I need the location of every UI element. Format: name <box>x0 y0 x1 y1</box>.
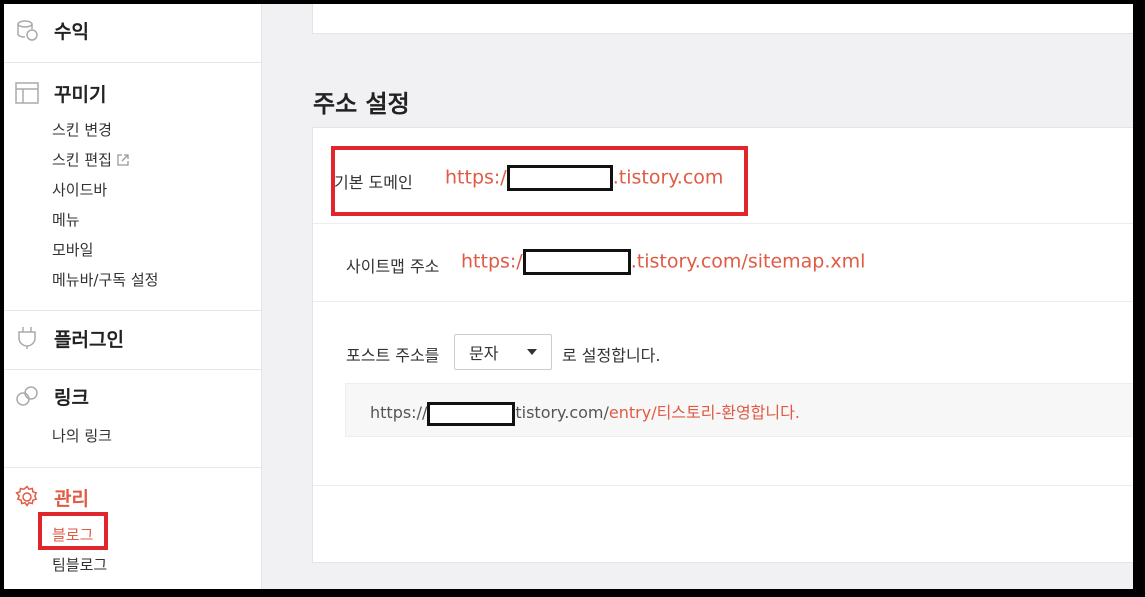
sidebar-item-skin-edit-label: 스킨 편집 <box>52 151 112 169</box>
link-icon <box>14 383 40 409</box>
post-address-after: 로 설정합니다. <box>562 346 661 365</box>
plug-icon <box>14 325 40 351</box>
sidebar: 수익 꾸미기 스킨 변경 스킨 편집 사이드바 메뉴 모바일 메뉴바/구독 설정 <box>4 4 262 589</box>
gear-icon <box>14 484 40 510</box>
section-title: 주소 설정 <box>313 90 410 118</box>
annotation-box-default-domain <box>331 146 748 216</box>
sidebar-section-decorate: 꾸미기 스킨 변경 스킨 편집 사이드바 메뉴 모바일 메뉴바/구독 설정 <box>4 63 261 311</box>
redacted-block <box>427 401 516 426</box>
post-address-select[interactable]: 문자 <box>454 334 552 370</box>
sidebar-item-my-link[interactable]: 나의 링크 <box>52 425 112 446</box>
sidebar-item-mobile[interactable]: 모바일 <box>52 239 93 260</box>
redacted-block <box>522 249 631 275</box>
row-divider <box>313 485 1133 486</box>
preview-prefix: https:// <box>370 403 428 422</box>
sidebar-item-sidebar[interactable]: 사이드바 <box>52 179 107 200</box>
preview-domain: tistory.com/ <box>515 403 609 422</box>
sidebar-title-link: 링크 <box>54 386 89 409</box>
caret-down-icon <box>527 349 537 355</box>
sidebar-title-plugin: 플러그인 <box>54 328 124 351</box>
sitemap-label: 사이트맵 주소 <box>346 257 440 276</box>
sidebar-item-menu[interactable]: 메뉴 <box>52 209 80 230</box>
sitemap-prefix: https:/ <box>461 250 523 273</box>
sidebar-section-link: 링크 나의 링크 <box>4 370 261 468</box>
post-address-selected: 문자 <box>469 344 499 363</box>
sidebar-item-team-blog[interactable]: 팀블로그 <box>52 554 107 575</box>
sidebar-item-menubar[interactable]: 메뉴바/구독 설정 <box>52 269 158 290</box>
sitemap-url: https:/ .tistory.com/sitemap.xml <box>461 249 865 275</box>
sidebar-item-skin-edit[interactable]: 스킨 편집 <box>52 149 130 171</box>
row-divider <box>313 301 1133 302</box>
sidebar-title-revenue: 수익 <box>54 20 89 43</box>
external-link-icon <box>116 153 130 171</box>
app-frame: 수익 꾸미기 스킨 변경 스킨 편집 사이드바 메뉴 모바일 메뉴바/구독 설정 <box>4 4 1133 589</box>
row-divider <box>313 223 1133 224</box>
sidebar-title-manage: 관리 <box>54 487 89 510</box>
sidebar-item-manage[interactable]: 관리 <box>14 482 89 512</box>
preview-text: https:// tistory.com/entry/티스토리-환영합니다. <box>370 399 800 426</box>
previous-card <box>312 4 1133 34</box>
sidebar-item-skin-change[interactable]: 스킨 변경 <box>52 119 112 140</box>
sitemap-suffix: .tistory.com/sitemap.xml <box>630 250 866 273</box>
post-address-label: 포스트 주소를 <box>346 346 440 365</box>
sidebar-item-plugin[interactable]: 플러그인 <box>14 323 124 353</box>
sidebar-item-revenue[interactable]: 수익 <box>14 15 89 45</box>
address-settings-card: 기본 도메인 https:/.tistory.com 사이트맵 주소 https… <box>312 127 1133 563</box>
preview-highlight: entry/티스토리-환영합니다. <box>608 403 800 422</box>
main-content: 주소 설정 기본 도메인 https:/.tistory.com 사이트맵 주소… <box>262 4 1133 589</box>
sidebar-item-decorate[interactable]: 꾸미기 <box>14 78 106 108</box>
post-address-preview: https:// tistory.com/entry/티스토리-환영합니다. <box>345 383 1133 437</box>
sidebar-item-link[interactable]: 링크 <box>14 381 89 411</box>
sidebar-section-revenue: 수익 <box>4 4 261 63</box>
layout-icon <box>14 80 40 106</box>
sidebar-section-plugin: 플러그인 <box>4 311 261 370</box>
annotation-box-blog <box>38 512 108 550</box>
sidebar-title-decorate: 꾸미기 <box>54 83 107 106</box>
coins-icon <box>14 17 40 43</box>
